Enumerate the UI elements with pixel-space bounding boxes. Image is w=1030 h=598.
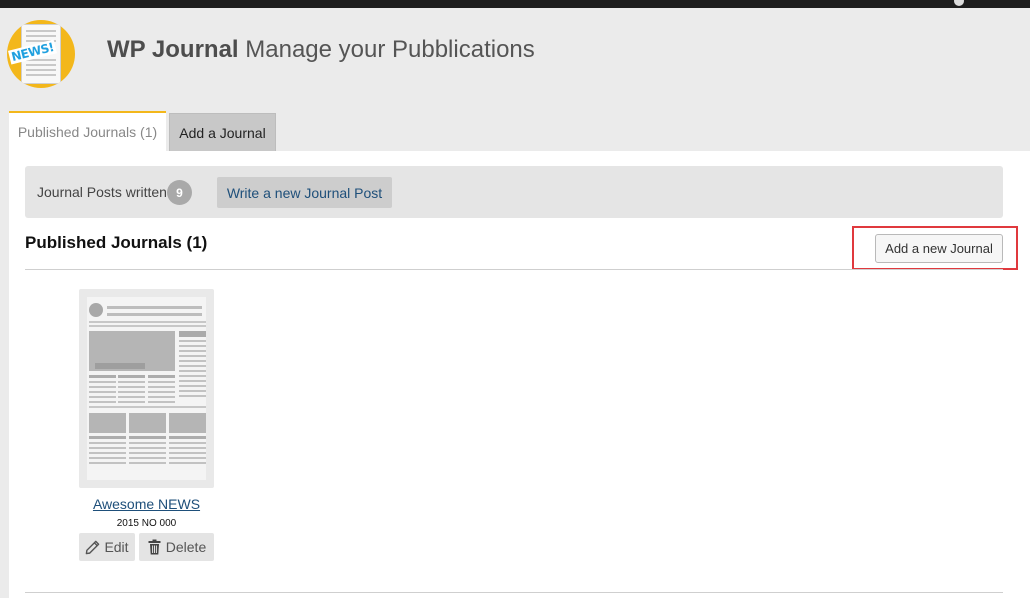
page-title: WP Journal Manage your Pubblications — [107, 36, 535, 64]
page-subtitle: Manage your Pubblications — [245, 36, 535, 63]
content-panel: Journal Posts written 9 Write a new Jour… — [9, 151, 1030, 598]
tab-label: Add a Journal — [179, 124, 266, 141]
posts-count-badge: 9 — [167, 180, 192, 205]
edit-label: Edit — [104, 539, 129, 555]
tab-add-journal[interactable]: Add a Journal — [169, 113, 276, 151]
trash-icon — [148, 539, 161, 555]
tab-published-journals[interactable]: Published Journals (1) — [9, 111, 166, 151]
pencil-icon — [86, 540, 100, 554]
page-header: NEWS! WP Journal Manage your Pubblicatio… — [0, 8, 1030, 108]
section-divider-bottom — [25, 592, 1003, 593]
journal-thumbnail[interactable] — [79, 289, 214, 488]
top-bar-indicator — [954, 0, 964, 6]
app-logo: NEWS! — [7, 20, 75, 88]
journal-title-link[interactable]: Awesome NEWS — [79, 496, 214, 512]
section-divider — [25, 269, 1003, 270]
write-journal-post-button[interactable]: Write a new Journal Post — [217, 177, 392, 208]
add-new-journal-button[interactable]: Add a new Journal — [875, 234, 1003, 263]
top-bar — [0, 0, 1030, 8]
journal-issue-label: 2015 NO 000 — [116, 518, 177, 529]
delete-journal-button[interactable]: Delete — [139, 533, 214, 561]
tab-label: Published Journals (1) — [17, 124, 158, 140]
posts-stats-bar: Journal Posts written 9 Write a new Jour… — [25, 166, 1003, 218]
posts-written-label: Journal Posts written — [37, 184, 167, 200]
app-name: WP Journal — [107, 36, 239, 63]
delete-label: Delete — [165, 539, 207, 555]
section-title: Published Journals (1) — [25, 233, 208, 252]
newspaper-preview-icon — [87, 297, 206, 480]
edit-journal-button[interactable]: Edit — [79, 533, 135, 561]
